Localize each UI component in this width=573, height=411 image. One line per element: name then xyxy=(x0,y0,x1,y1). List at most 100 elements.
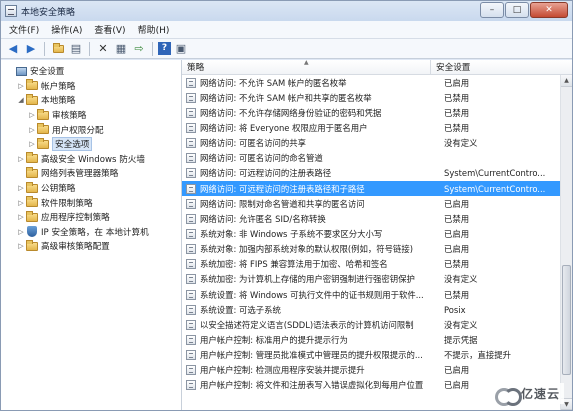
menu-view[interactable]: 查看(V) xyxy=(88,23,131,36)
table-row[interactable]: 系统对象: 加强内部系统对象的默认权限(例如，符号链接) 已启用 xyxy=(182,242,560,257)
expand-arrow-icon[interactable]: ▷ xyxy=(27,111,37,119)
delete-icon[interactable]: ✕ xyxy=(95,41,111,57)
policy-name: 网络访问: 不允许 SAM 帐户的匿名枚举 xyxy=(200,77,347,88)
shield-icon xyxy=(26,226,38,238)
close-button[interactable]: ✕ xyxy=(530,2,568,18)
policy-icon xyxy=(186,213,196,224)
expand-arrow-icon[interactable]: ▷ xyxy=(16,155,26,163)
tree-item[interactable]: ▷ IP 安全策略，在 本地计算机 xyxy=(1,225,181,240)
expand-arrow-icon[interactable]: ◢ xyxy=(16,96,26,104)
table-row[interactable]: 网络访问: 可匿名访问的共享 没有定义 xyxy=(182,136,560,151)
policy-setting-value: System\CurrentContro... xyxy=(444,183,546,194)
policy-setting-value: 已禁用 xyxy=(444,122,470,133)
table-row[interactable]: 用户帐户控制: 检测应用程序安装并提示提升 已启用 xyxy=(182,363,560,378)
main-area: 安全设置 ▷ 帐户策略 ◢ 本地策略 ▷ 审核策略 ▷ 用户权限分配 ▷ 安全选项 ▷ 高级安全 Win… xyxy=(1,60,572,410)
policy-setting-value: 不提示，直接提升 xyxy=(444,350,511,361)
table-row[interactable]: 系统加密: 为计算机上存储的用户密钥强制进行强密钥保护 没有定义 xyxy=(182,272,560,287)
tree-item[interactable]: ▷ 审核策略 xyxy=(1,108,181,123)
maximize-button[interactable]: □ xyxy=(505,2,529,18)
properties-icon[interactable]: ▦ xyxy=(113,41,129,57)
policy-name: 网络访问: 可匿名访问的命名管道 xyxy=(200,153,323,164)
table-row[interactable]: 网络访问: 可远程访问的注册表路径和子路径 System\CurrentContr… xyxy=(182,180,560,197)
table-row[interactable]: 网络访问: 不允许 SAM 帐户和共享的匿名枚举 已禁用 xyxy=(182,90,560,105)
back-icon[interactable]: ◀ xyxy=(5,41,21,57)
tree-item[interactable]: ◢ 本地策略 xyxy=(1,93,181,108)
up-folder-icon[interactable] xyxy=(50,41,66,57)
tree-item[interactable]: ▷ 软件限制策略 xyxy=(1,195,181,210)
local-security-policy-window: 本地安全策略 – □ ✕ 文件(F) 操作(A) 查看(V) 帮助(H) ◀ ▶… xyxy=(0,0,573,411)
table-row[interactable]: 网络访问: 不允许存储网络身份验证的密码和凭据 已禁用 xyxy=(182,105,560,120)
table-row[interactable]: 用户帐户控制: 标准用户的提升提示行为 提示凭据 xyxy=(182,332,560,347)
menu-action[interactable]: 操作(A) xyxy=(45,23,88,36)
window-controls: – □ ✕ xyxy=(480,2,568,18)
scroll-up-icon[interactable]: ▲ xyxy=(561,75,572,87)
forward-icon[interactable]: ▶ xyxy=(23,41,39,57)
title-bar[interactable]: 本地安全策略 – □ ✕ xyxy=(1,1,572,21)
policy-icon xyxy=(186,304,196,315)
tree-item[interactable]: 安全设置 xyxy=(1,64,181,79)
menu-file[interactable]: 文件(F) xyxy=(3,23,45,36)
policy-name: 以安全描述符定义语言(SDDL)语法表示的计算机访问限制 xyxy=(200,319,414,330)
expand-arrow-icon[interactable]: ▷ xyxy=(16,242,26,250)
table-row[interactable]: 网络访问: 不允许 SAM 帐户的匿名枚举 已启用 xyxy=(182,75,560,90)
setting-column-header[interactable]: 安全设置 xyxy=(431,60,572,74)
policy-icon xyxy=(186,107,196,118)
table-row[interactable]: 用户帐户控制: 管理员批准模式中管理员的提升权限提示的... 不提示，直接提升 xyxy=(182,348,560,363)
policy-icon xyxy=(186,228,196,239)
tree-item-label: 高级安全 Windows 防火墙 xyxy=(41,154,145,165)
expand-arrow-icon[interactable]: ▷ xyxy=(16,228,26,236)
vertical-scrollbar[interactable]: ▲ ▼ xyxy=(560,75,572,410)
expand-arrow-icon[interactable]: ▷ xyxy=(16,213,26,221)
tree-item[interactable]: ▷ 安全选项 xyxy=(1,137,181,152)
console-icon[interactable]: ▣ xyxy=(173,41,189,57)
table-row[interactable]: 以安全描述符定义语言(SDDL)语法表示的计算机访问限制 没有定义 xyxy=(182,317,560,332)
setting-header-label: 安全设置 xyxy=(436,63,471,73)
folder-icon xyxy=(26,152,38,164)
policy-column-header[interactable]: ▲ 策略 xyxy=(182,60,431,74)
folder-icon xyxy=(37,123,49,135)
scroll-thumb[interactable] xyxy=(562,265,571,375)
tree-item-label: 应用程序控制策略 xyxy=(41,213,110,224)
menu-bar: 文件(F) 操作(A) 查看(V) 帮助(H) xyxy=(1,21,572,39)
folder-icon xyxy=(26,79,38,91)
tree-item[interactable]: ▷ 应用程序控制策略 xyxy=(1,210,181,225)
expand-arrow-icon[interactable]: ▷ xyxy=(27,126,37,134)
tree-item[interactable]: ▷ 帐户策略 xyxy=(1,79,181,94)
table-row[interactable]: 系统加密: 将 FIPS 兼容算法用于加密、哈希和签名 已禁用 xyxy=(182,257,560,272)
policy-icon xyxy=(186,365,196,376)
policy-icon xyxy=(186,183,196,194)
policy-name: 用户帐户控制: 检测应用程序安装并提示提升 xyxy=(200,365,365,376)
tree-item[interactable]: ▷ 高级审核策略配置 xyxy=(1,239,181,254)
table-row[interactable]: 网络访问: 允许匿名 SID/名称转换 已禁用 xyxy=(182,211,560,226)
table-row[interactable]: 系统对象: 非 Windows 子系统不要求区分大小写 已启用 xyxy=(182,226,560,241)
expand-arrow-icon[interactable]: ▷ xyxy=(16,199,26,207)
expand-arrow-icon[interactable]: ▷ xyxy=(16,82,26,90)
policy-setting-value: 提示凭据 xyxy=(444,334,478,345)
table-row[interactable]: 网络访问: 可匿名访问的命名管道 xyxy=(182,151,560,166)
tree-item[interactable]: ▷ 用户权限分配 xyxy=(1,122,181,137)
computer-icon xyxy=(15,66,27,77)
policy-setting-value: 已禁用 xyxy=(444,107,470,118)
help-icon[interactable]: ? xyxy=(158,42,171,55)
expand-arrow-icon[interactable]: ▷ xyxy=(27,140,37,148)
table-row[interactable]: 网络访问: 可远程访问的注册表路径 System\CurrentContro... xyxy=(182,166,560,181)
tree-item[interactable]: 网络列表管理器策略 xyxy=(1,166,181,181)
expand-arrow-icon[interactable]: ▷ xyxy=(16,184,26,192)
policy-icon xyxy=(186,138,196,149)
tree-item[interactable]: ▷ 公钥策略 xyxy=(1,181,181,196)
table-row[interactable]: 网络访问: 将 Everyone 权限应用于匿名用户 已禁用 xyxy=(182,120,560,135)
minimize-button[interactable]: – xyxy=(480,2,504,18)
menu-help[interactable]: 帮助(H) xyxy=(132,23,176,36)
table-row[interactable]: 网络访问: 限制对命名管道和共享的匿名访问 已启用 xyxy=(182,196,560,211)
table-row[interactable]: 系统设置: 将 Windows 可执行文件中的证书规则用于软件... 已禁用 xyxy=(182,287,560,302)
toolbar-separator xyxy=(152,41,153,56)
show-hide-tree-icon[interactable]: ▤ xyxy=(68,41,84,57)
table-row[interactable]: 系统设置: 可选子系统 Posix xyxy=(182,302,560,317)
policy-name: 用户帐户控制: 标准用户的提升提示行为 xyxy=(200,334,348,345)
tree-item[interactable]: ▷ 高级安全 Windows 防火墙 xyxy=(1,152,181,167)
tree-item-label: 安全选项 xyxy=(52,137,93,152)
export-icon[interactable]: ⇨ xyxy=(131,41,147,57)
policy-setting-value: 已禁用 xyxy=(444,259,470,270)
policy-icon xyxy=(186,244,196,255)
policy-name: 网络访问: 将 Everyone 权限应用于匿名用户 xyxy=(200,122,368,133)
